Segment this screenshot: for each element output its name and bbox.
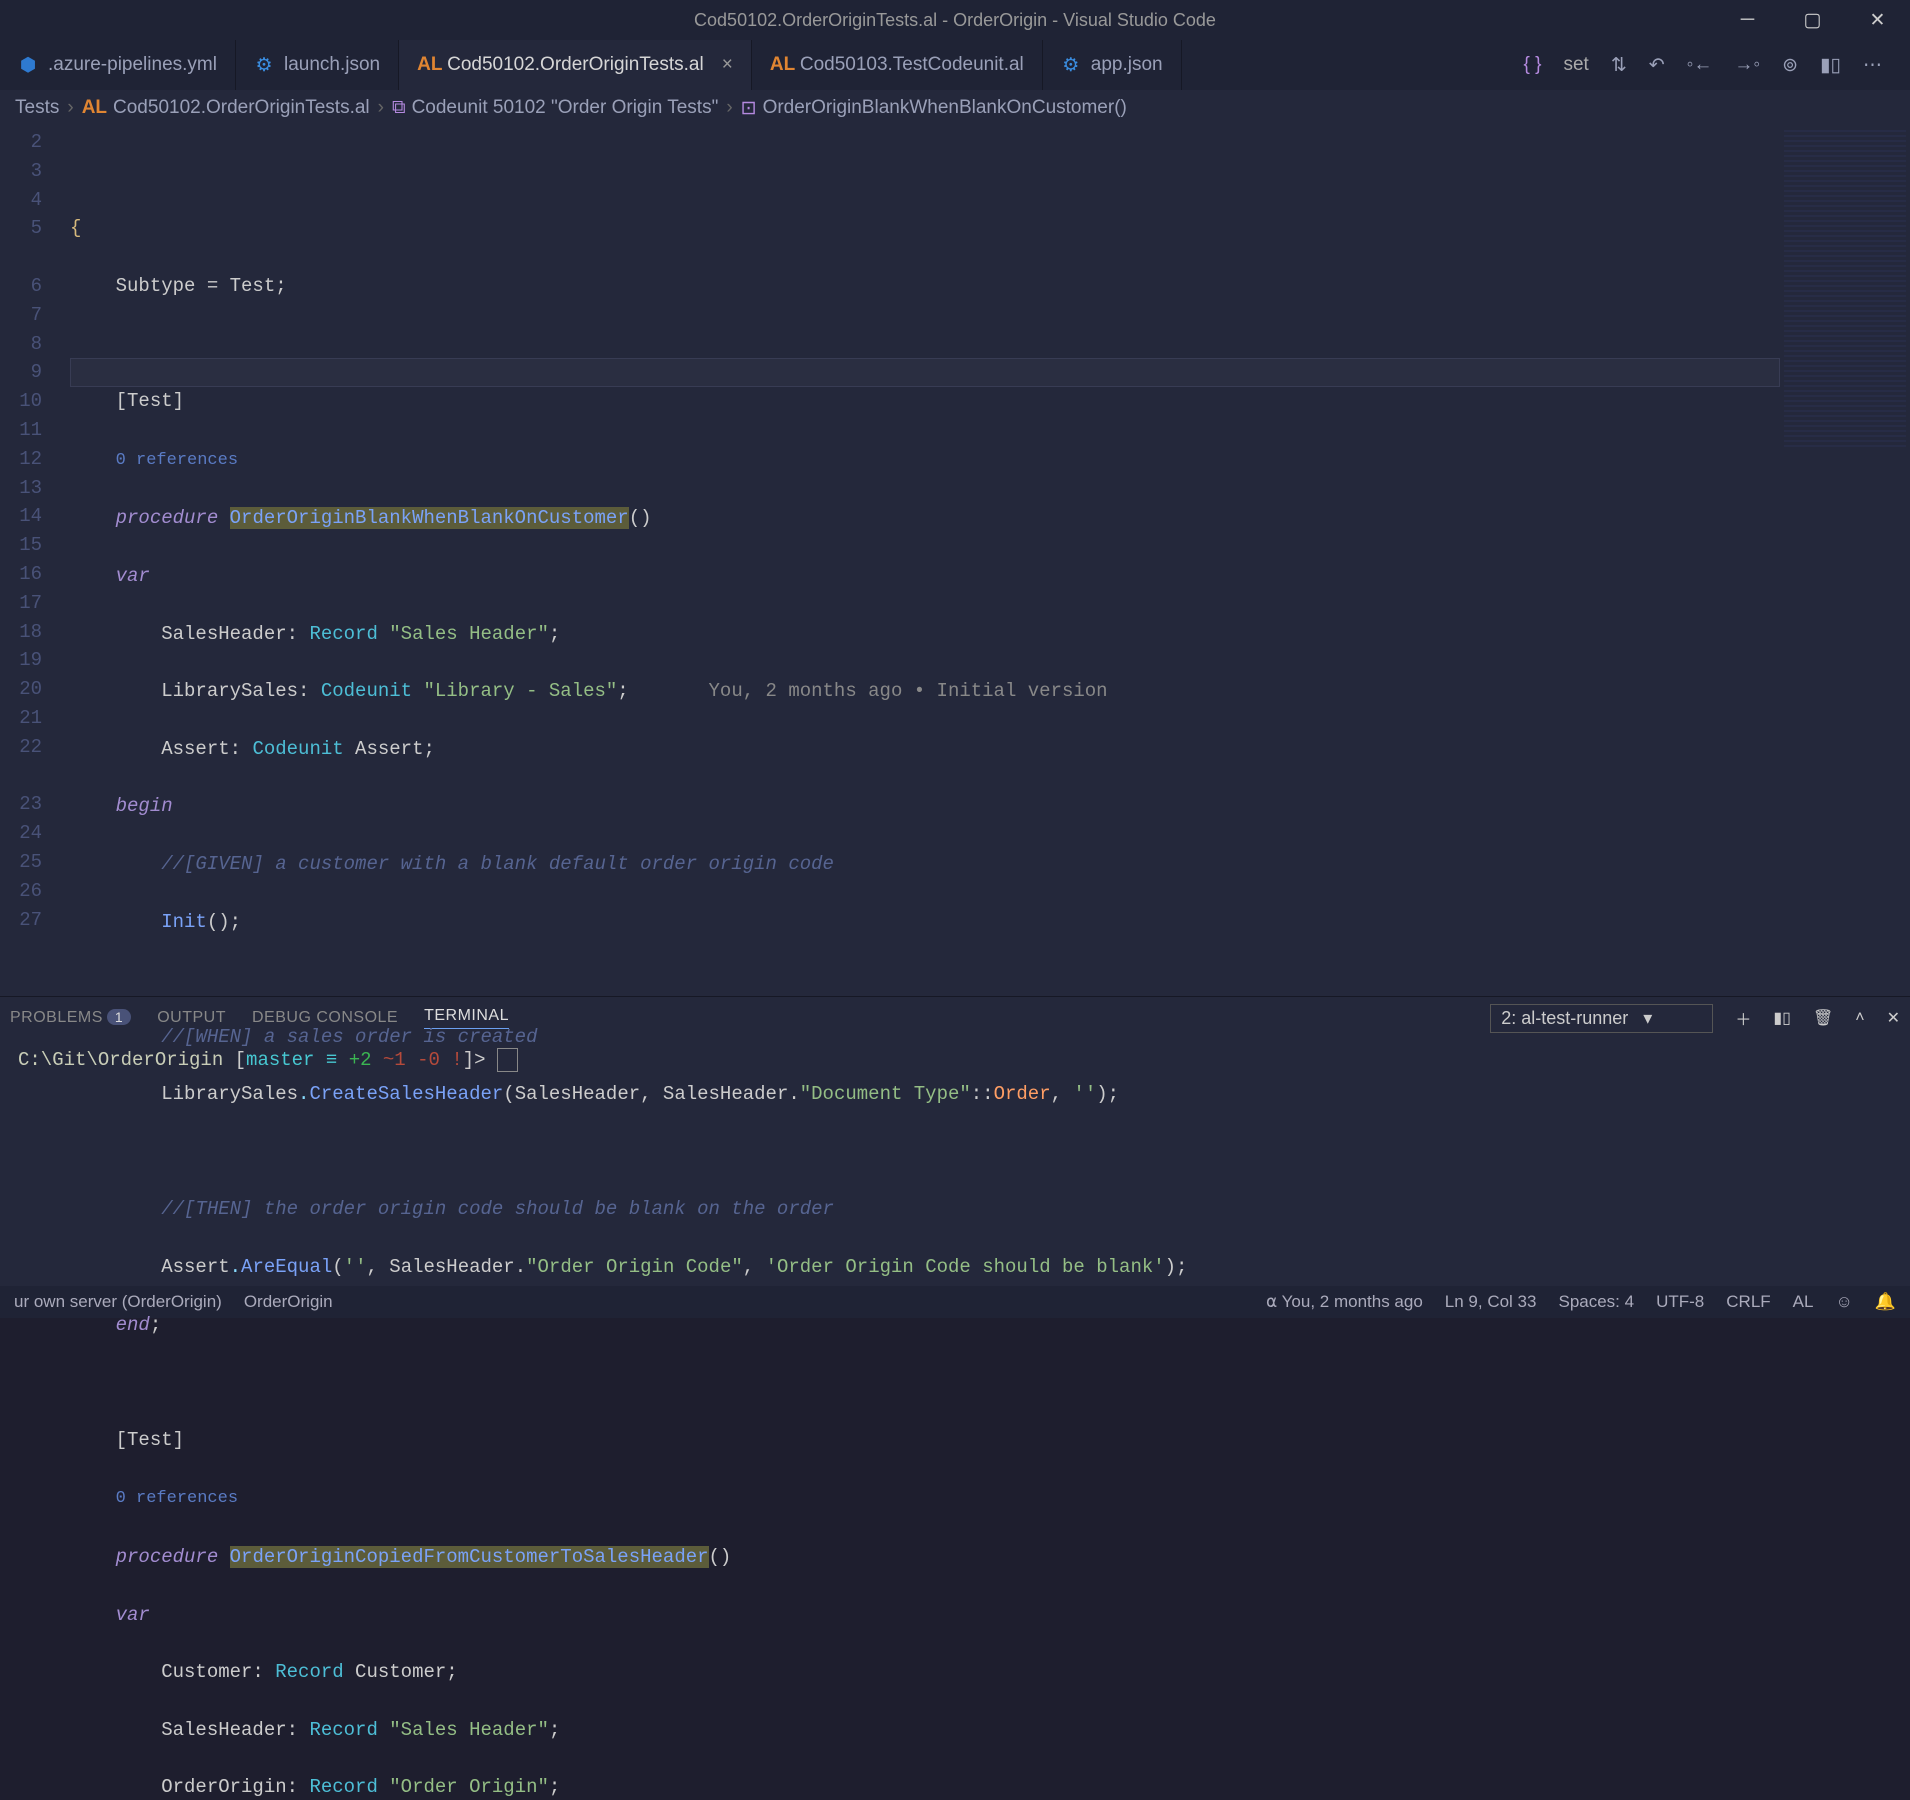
symbol-namespace-icon: ⧉: [392, 97, 406, 119]
split-editor-icon[interactable]: ▮▯: [1820, 54, 1841, 77]
crumb-symbol: ⧉ Codeunit 50102 "Order Origin Tests": [392, 97, 718, 119]
chevron-right-icon: ›: [726, 97, 732, 119]
file-icon: ⚙: [1061, 54, 1081, 77]
kill-terminal-icon[interactable]: 🗑: [1813, 1008, 1833, 1028]
file-icon: ⚙: [254, 54, 274, 77]
step-back-icon[interactable]: ◦←: [1687, 54, 1713, 76]
symbol-method-icon: ⊡: [741, 97, 757, 120]
file-icon: AL: [770, 54, 790, 76]
tab-label: Cod50103.TestCodeunit.al: [800, 54, 1024, 76]
bell-icon[interactable]: 🔔: [1875, 1292, 1896, 1312]
codelens-references[interactable]: 0 references: [116, 451, 238, 470]
close-panel-icon[interactable]: ✕: [1887, 1008, 1900, 1028]
editor-tabs: ⬢ .azure-pipelines.yml ⚙ launch.json AL Cod50…: [0, 40, 1910, 90]
compare-icon[interactable]: ⇅: [1611, 54, 1627, 77]
code-content[interactable]: { Subtype = Test; [Test] 0 references pr…: [70, 126, 1780, 996]
al-file-icon: AL: [82, 97, 107, 119]
file-icon: ⬢: [18, 54, 38, 77]
title-bar: Cod50102.OrderOriginTests.al - OrderOrig…: [0, 0, 1910, 40]
codelens-references[interactable]: 0 references: [116, 1489, 238, 1508]
chevron-up-icon[interactable]: ˄: [1855, 1009, 1864, 1027]
crumb-method: ⊡ OrderOriginBlankWhenBlankOnCustomer(): [741, 97, 1127, 120]
editor-tab[interactable]: ⚙ launch.json: [236, 40, 399, 90]
chevron-right-icon: ›: [378, 97, 384, 119]
editor-tab[interactable]: ⚙ app.json: [1043, 40, 1182, 90]
chevron-right-icon: ›: [67, 97, 73, 119]
minimize-button[interactable]: ─: [1715, 0, 1780, 40]
editor-tab[interactable]: AL Cod50102.OrderOriginTests.al ×: [399, 40, 752, 90]
revert-icon[interactable]: ↶: [1649, 54, 1665, 77]
feedback-icon[interactable]: ☺: [1835, 1292, 1852, 1312]
crumb-folder: Tests: [15, 97, 59, 119]
step-forward-icon[interactable]: →◦: [1734, 54, 1760, 76]
crumb-file: AL Cod50102.OrderOriginTests.al: [82, 97, 370, 119]
editor-tab[interactable]: ⬢ .azure-pipelines.yml: [0, 40, 236, 90]
tab-label: app.json: [1091, 54, 1163, 76]
more-icon[interactable]: ⋯: [1863, 54, 1882, 77]
tab-label: Cod50102.OrderOriginTests.al: [447, 54, 704, 76]
window-title: Cod50102.OrderOriginTests.al - OrderOrig…: [694, 10, 1216, 31]
status-language[interactable]: AL: [1793, 1292, 1814, 1312]
editor-tab[interactable]: AL Cod50103.TestCodeunit.al: [752, 40, 1043, 90]
minimap[interactable]: [1780, 126, 1910, 996]
braces-icon[interactable]: { }: [1523, 54, 1541, 76]
breadcrumb[interactable]: Tests › AL Cod50102.OrderOriginTests.al …: [0, 90, 1910, 126]
tab-label: .azure-pipelines.yml: [48, 54, 217, 76]
line-gutter: 2345 678910111213141516171819202122 2324…: [0, 126, 70, 996]
git-blame-inline: You, 2 months ago • Initial version: [709, 680, 1108, 702]
close-button[interactable]: ✕: [1845, 0, 1910, 40]
close-tab-icon[interactable]: ×: [722, 54, 733, 76]
tab-label: launch.json: [284, 54, 380, 76]
minimap-thumb: [1784, 130, 1906, 450]
file-icon: AL: [417, 54, 437, 76]
editor[interactable]: 2345 678910111213141516171819202122 2324…: [0, 126, 1910, 996]
maximize-button[interactable]: ▢: [1780, 0, 1845, 40]
set-label: set: [1563, 54, 1588, 76]
run-icon[interactable]: ⊚: [1782, 54, 1798, 77]
